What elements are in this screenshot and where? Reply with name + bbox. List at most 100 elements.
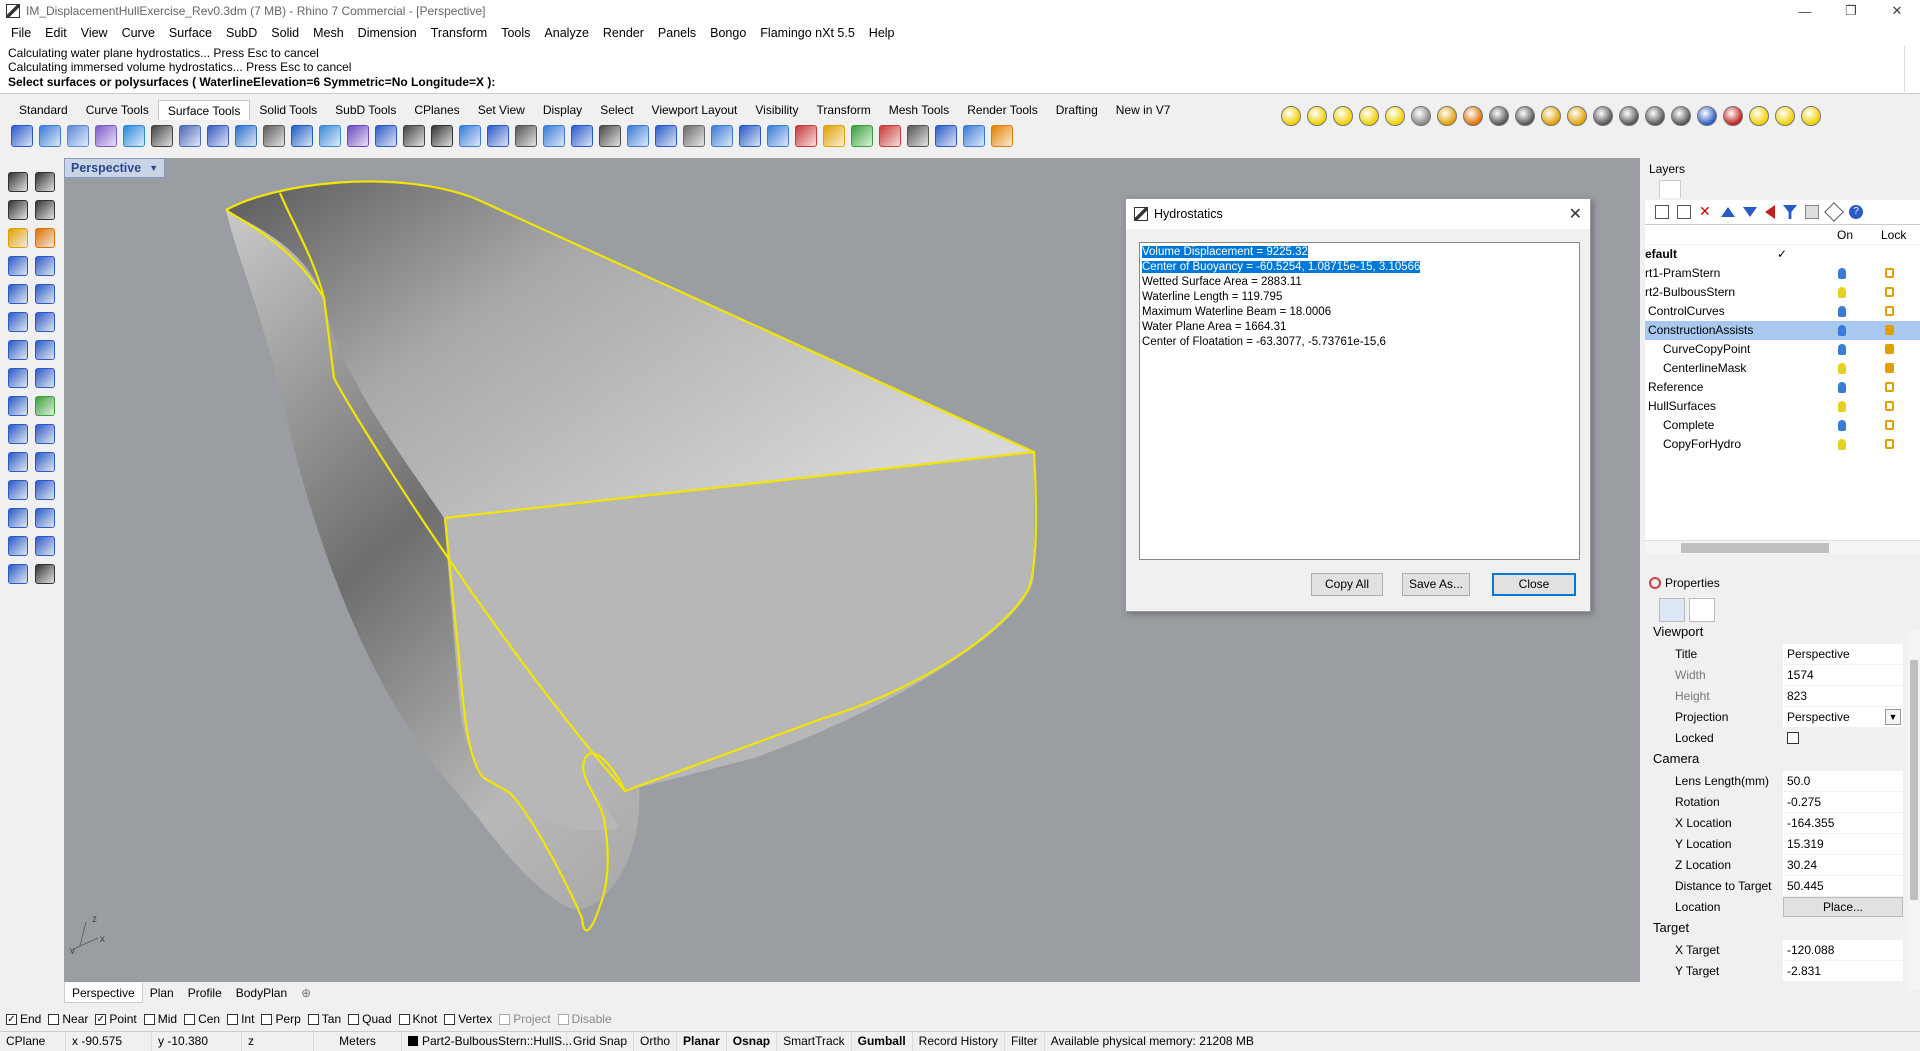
unlocked-icon[interactable] [1885, 420, 1894, 430]
property-value-field[interactable]: 50.445 [1783, 876, 1903, 896]
checkbox[interactable] [557, 1013, 569, 1025]
locked-icon[interactable] [1885, 344, 1894, 354]
layer-state-icon[interactable] [1645, 106, 1665, 126]
hydrostatics-results-text[interactable]: Volume Displacement = 9225.32 Center of … [1139, 242, 1580, 560]
layer-visibility-bulb-icon[interactable] [1838, 287, 1846, 298]
tab-solid-tools[interactable]: Solid Tools [250, 100, 326, 120]
cplane-indicator[interactable]: CPlane [0, 1031, 66, 1051]
layer-state-icon[interactable] [1567, 106, 1587, 126]
tool-palette-icon[interactable] [8, 312, 28, 332]
layer-row[interactable]: Complete [1645, 416, 1920, 435]
layer-visibility-bulb-icon[interactable] [1838, 420, 1846, 431]
checkbox[interactable] [444, 1013, 456, 1025]
move-parent-icon[interactable] [1765, 205, 1775, 219]
surface-tool-icon[interactable] [403, 125, 425, 147]
scroll-thumb[interactable] [1910, 660, 1918, 900]
tool-palette-icon[interactable] [8, 284, 28, 304]
unlocked-icon[interactable] [1885, 287, 1894, 297]
layer-state-icon[interactable] [1437, 106, 1457, 126]
dialog-close-icon[interactable]: ✕ [1569, 204, 1582, 224]
surface-tool-icon[interactable] [907, 125, 929, 147]
unlocked-icon[interactable] [1885, 439, 1894, 449]
layer-name[interactable]: CurveCopyPoint [1663, 342, 1750, 356]
tool-palette-icon[interactable] [8, 424, 28, 444]
layer-visibility-bulb-icon[interactable] [1838, 344, 1846, 355]
menu-view[interactable]: View [74, 26, 115, 40]
menu-mesh[interactable]: Mesh [306, 26, 351, 40]
tab-mesh-tools[interactable]: Mesh Tools [880, 100, 958, 120]
menu-bongo[interactable]: Bongo [703, 26, 753, 40]
property-value-field[interactable]: 30.24 [1783, 855, 1903, 875]
osnap-point[interactable]: ✓ Point [95, 1012, 137, 1026]
scroll-thumb[interactable] [1681, 543, 1829, 553]
menu-help[interactable]: Help [862, 26, 902, 40]
layer-state-icon[interactable] [1723, 106, 1743, 126]
layer-row[interactable]: ConstructionAssists [1645, 321, 1920, 340]
menu-subd[interactable]: SubD [219, 26, 264, 40]
move-up-icon[interactable] [1721, 207, 1735, 217]
unlocked-icon[interactable] [1885, 382, 1894, 392]
maximize-button[interactable]: ❐ [1828, 0, 1874, 22]
tool-palette-icon[interactable] [35, 340, 55, 360]
surface-tool-icon[interactable] [599, 125, 621, 147]
place-button[interactable]: Place... [1783, 897, 1903, 917]
tool-palette-icon[interactable] [35, 228, 55, 248]
tool-palette-icon[interactable] [35, 564, 55, 584]
surface-tool-icon[interactable] [543, 125, 565, 147]
copy-all-button[interactable]: Copy All [1311, 573, 1383, 596]
surface-tool-icon[interactable] [123, 125, 145, 147]
surface-tool-icon[interactable] [67, 125, 89, 147]
properties-scrollbar[interactable] [1908, 630, 1920, 990]
checkbox[interactable]: ✓ [6, 1013, 17, 1025]
layer-state-icon[interactable] [1593, 106, 1613, 126]
surface-tool-icon[interactable] [683, 125, 705, 147]
menu-surface[interactable]: Surface [162, 26, 219, 40]
surface-tool-icon[interactable] [571, 125, 593, 147]
layer-name[interactable]: CopyForHydro [1663, 437, 1741, 451]
surface-tool-icon[interactable] [11, 125, 33, 147]
layer-name[interactable]: rt1-PramStern [1645, 266, 1720, 280]
tab-render-tools[interactable]: Render Tools [958, 100, 1047, 120]
osnap-vertex[interactable]: Vertex [444, 1012, 492, 1026]
surface-tool-icon[interactable] [207, 125, 229, 147]
checkbox[interactable]: ✓ [95, 1013, 107, 1025]
layers-horizontal-scrollbar[interactable] [1645, 540, 1920, 554]
unlocked-icon[interactable] [1885, 306, 1894, 316]
osnap-perp[interactable]: Perp [261, 1012, 301, 1026]
tool-palette-icon[interactable] [8, 340, 28, 360]
layer-name[interactable]: CenterlineMask [1663, 361, 1746, 375]
tool-palette-icon[interactable] [35, 172, 55, 192]
layer-state-icon[interactable] [1463, 106, 1483, 126]
tool-palette-icon[interactable] [8, 508, 28, 528]
surface-tool-icon[interactable] [851, 125, 873, 147]
camera-tab-icon[interactable] [1659, 598, 1685, 622]
layer-visibility-bulb-icon[interactable] [1838, 306, 1846, 317]
surface-tool-icon[interactable] [627, 125, 649, 147]
layer-state-icon[interactable] [1619, 106, 1639, 126]
osnap-mid[interactable]: Mid [143, 1012, 177, 1026]
smarttrack-toggle[interactable]: SmartTrack [777, 1031, 852, 1051]
layer-name[interactable]: ControlCurves [1648, 304, 1725, 318]
menu-curve[interactable]: Curve [115, 26, 162, 40]
layer-visibility-bulb-icon[interactable] [1838, 268, 1846, 279]
surface-tool-icon[interactable] [739, 125, 761, 147]
checkbox[interactable] [307, 1013, 319, 1025]
tab-surface-tools[interactable]: Surface Tools [157, 100, 251, 120]
tab-subd-tools[interactable]: SubD Tools [326, 100, 405, 120]
layer-settings-icon[interactable] [1824, 202, 1844, 222]
help-icon[interactable]: ? [1849, 205, 1863, 219]
layer-state-icon[interactable] [1359, 106, 1379, 126]
osnap-project[interactable]: Project [499, 1012, 551, 1026]
locked-icon[interactable] [1885, 363, 1894, 373]
tool-palette-icon[interactable] [35, 480, 55, 500]
osnap-near[interactable]: Near [48, 1012, 88, 1026]
tool-palette-icon[interactable] [8, 480, 28, 500]
tool-palette-icon[interactable] [8, 172, 28, 192]
osnap-end[interactable]: ✓ End [6, 1012, 41, 1026]
surface-tool-icon[interactable] [263, 125, 285, 147]
surface-tool-icon[interactable] [375, 125, 397, 147]
add-viewport-tab-icon[interactable]: ⊕ [294, 983, 318, 1003]
osnap-quad[interactable]: Quad [348, 1012, 392, 1026]
layer-state-icon[interactable] [1697, 106, 1717, 126]
checkbox[interactable] [184, 1013, 196, 1025]
